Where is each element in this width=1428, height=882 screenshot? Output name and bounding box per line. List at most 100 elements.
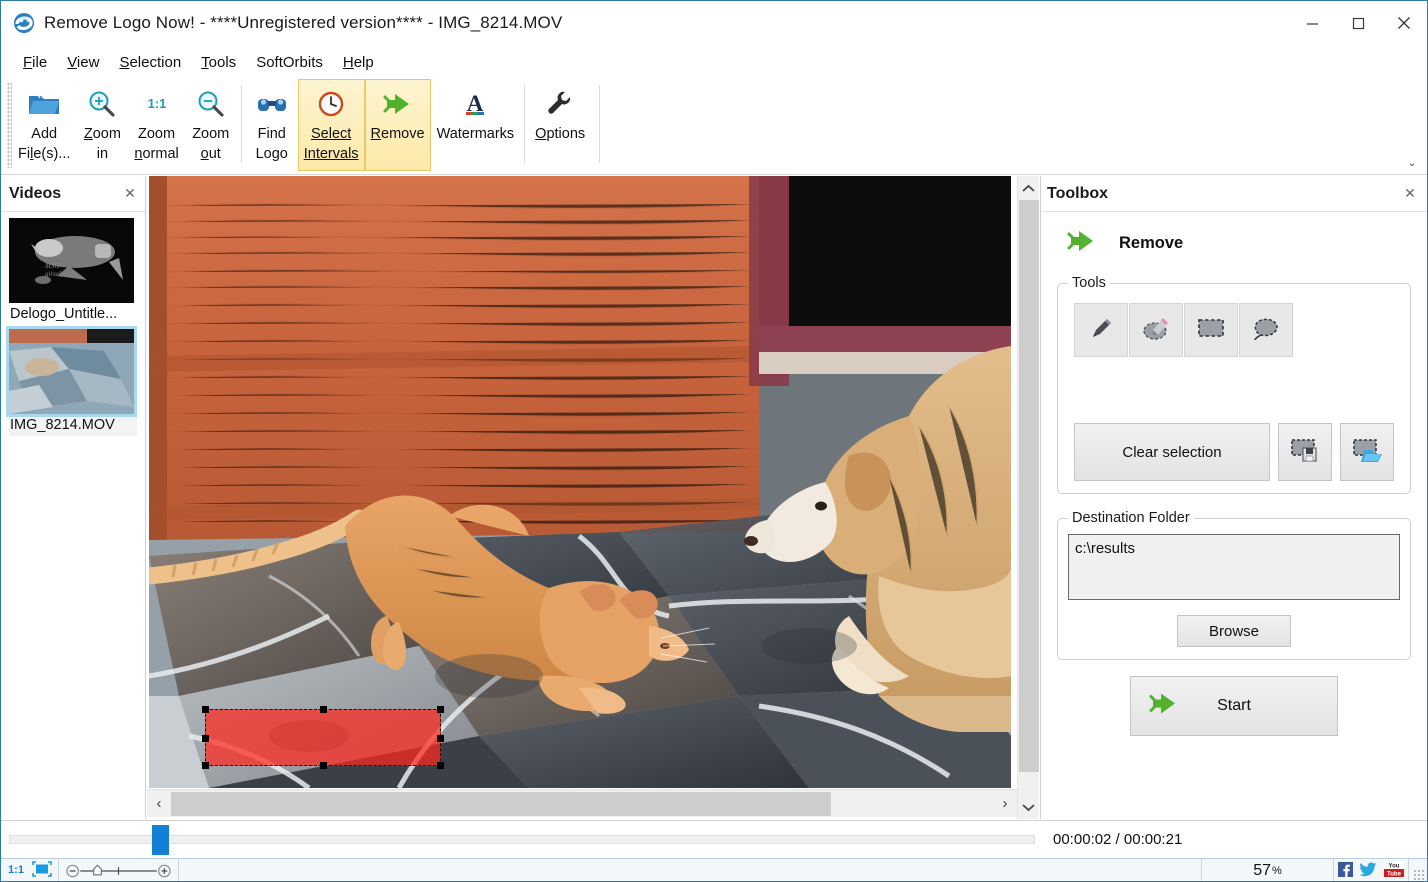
toolbar-watermarks[interactable]: A Watermarks — [431, 79, 521, 171]
selection-handle-se[interactable] — [437, 762, 444, 769]
save-selection-icon — [1289, 436, 1321, 468]
svg-text:MSG: MSG — [44, 262, 59, 270]
menu-file[interactable]: File — [13, 51, 57, 74]
selection-handle-s[interactable] — [320, 762, 327, 769]
menu-selection[interactable]: Selection — [109, 51, 191, 74]
tools-spacer — [1068, 357, 1400, 423]
timeline-time-display: 00:00:02 / 00:00:21 — [1053, 831, 1182, 848]
start-button[interactable]: Start — [1130, 676, 1338, 736]
twitter-icon[interactable] — [1360, 862, 1377, 880]
resize-grip-dots[interactable] — [1413, 869, 1425, 881]
toolbar-separator-1 — [241, 85, 242, 163]
rectangle-select-tool-button[interactable] — [1184, 303, 1238, 357]
menu-bar: File View Selection Tools SoftOrbits Hel… — [1, 45, 1427, 79]
toolbar-remove-label: Remove — [371, 124, 425, 144]
browse-row: Browse — [1068, 615, 1400, 647]
menu-softorbits[interactable]: SoftOrbits — [246, 51, 333, 74]
lasso-select-tool-button[interactable] — [1239, 303, 1293, 357]
toolbar-add-files-label: AddFile(s)... — [18, 124, 70, 164]
hscroll-thumb[interactable] — [171, 792, 831, 816]
tools-row — [1068, 299, 1400, 357]
toolbar-zoom-out-label: Zoomout — [192, 124, 229, 164]
zoom-in-icon — [87, 84, 117, 124]
red-selection-rectangle[interactable] — [205, 709, 441, 766]
toolbar-options[interactable]: Options — [529, 79, 591, 171]
list-item[interactable]: MSG girsel Delogo_Untitle... — [9, 218, 137, 325]
toolbar-add-files[interactable]: AddFile(s)... — [12, 79, 76, 171]
facebook-icon[interactable] — [1338, 862, 1353, 880]
menu-tools[interactable]: Tools — [191, 51, 246, 74]
toolbar-zoom-in[interactable]: Zoomin — [76, 79, 128, 171]
scroll-up-icon[interactable] — [1018, 176, 1040, 200]
scroll-left-icon[interactable]: ‹ — [147, 791, 171, 817]
videos-panel-header: Videos ✕ — [1, 176, 145, 212]
minimize-button[interactable] — [1289, 1, 1335, 45]
status-spacer — [179, 859, 1202, 882]
selection-handle-sw[interactable] — [202, 762, 209, 769]
selection-handle-ne[interactable] — [437, 706, 444, 713]
videos-panel-title: Videos — [9, 185, 121, 203]
menu-view[interactable]: View — [57, 51, 109, 74]
selection-handle-n[interactable] — [320, 706, 327, 713]
fit-to-window-icon[interactable] — [32, 861, 52, 880]
hscroll-track[interactable] — [171, 791, 993, 817]
zoom-percent-symbol: % — [1272, 865, 1282, 877]
selection-handle-w[interactable] — [202, 735, 209, 742]
close-button[interactable] — [1381, 1, 1427, 45]
vscroll-track[interactable] — [1018, 200, 1040, 795]
scroll-down-icon[interactable] — [1018, 795, 1040, 819]
open-folder-icon — [27, 84, 61, 124]
zoom-out-icon — [196, 84, 226, 124]
zoom-slider[interactable] — [59, 859, 179, 882]
toolbar-overflow-button[interactable]: ⌄ — [1405, 79, 1419, 175]
menu-help[interactable]: Help — [333, 51, 384, 74]
application-window: Remove Logo Now! - ****Unregistered vers… — [0, 0, 1428, 882]
zoom-normal-icon: 1:1 — [142, 84, 172, 124]
svg-text:girsel: girsel — [45, 270, 61, 278]
youtube-icon[interactable]: You Tube — [1384, 861, 1404, 880]
toolbar-zoom-normal[interactable]: 1:1 Zoomnormal — [128, 79, 184, 171]
toolbox-mode-row: Remove — [1057, 222, 1411, 275]
svg-text:You: You — [1389, 864, 1400, 870]
maximize-button[interactable] — [1335, 1, 1381, 45]
status-zoom-icons: 1:1 — [1, 859, 59, 882]
toolbar-zoom-normal-label: Zoomnormal — [134, 124, 178, 164]
toolbar-options-label: Options — [535, 124, 585, 144]
status-social-links: You Tube — [1334, 859, 1409, 882]
toolbar-remove[interactable]: Remove — [365, 79, 431, 171]
eraser-tool-button[interactable] — [1129, 303, 1183, 357]
toolbar-find-logo[interactable]: FindLogo — [246, 79, 298, 171]
toolbox-close-icon[interactable]: ✕ — [1401, 185, 1419, 203]
svg-text:Tube: Tube — [1387, 872, 1402, 877]
timeline-playhead[interactable] — [152, 825, 169, 855]
start-row: Start — [1057, 676, 1411, 736]
videos-panel-close-icon[interactable]: ✕ — [121, 185, 139, 203]
clear-selection-button[interactable]: Clear selection — [1074, 423, 1270, 481]
timeline-track[interactable] — [9, 822, 1035, 858]
selection-handle-e[interactable] — [437, 735, 444, 742]
one-to-one-icon[interactable]: 1:1 — [7, 862, 25, 879]
vscroll-thumb[interactable] — [1019, 200, 1039, 772]
save-selection-button[interactable] — [1278, 423, 1332, 481]
marker-tool-button[interactable] — [1074, 303, 1128, 357]
binoculars-icon — [256, 84, 288, 124]
scroll-right-icon[interactable]: › — [993, 791, 1017, 817]
destination-folder-input[interactable]: c:\results — [1068, 534, 1400, 600]
load-selection-button[interactable] — [1340, 423, 1394, 481]
title-bar: Remove Logo Now! - ****Unregistered vers… — [1, 1, 1427, 45]
toolbar-select-intervals[interactable]: SelectIntervals — [298, 79, 365, 171]
start-button-label: Start — [1217, 697, 1251, 715]
canvas-horizontal-scrollbar[interactable]: ‹ › — [147, 789, 1017, 817]
toolbox-header: Toolbox ✕ — [1041, 176, 1427, 212]
window-controls — [1289, 1, 1427, 45]
canvas-vertical-scrollbar[interactable] — [1017, 176, 1039, 819]
toolbar-find-logo-label: FindLogo — [256, 124, 288, 164]
toolbar-select-intervals-label: SelectIntervals — [304, 124, 359, 164]
browse-button[interactable]: Browse — [1177, 615, 1291, 647]
lasso-icon — [1251, 315, 1281, 346]
toolbar-zoom-out[interactable]: Zoomout — [185, 79, 237, 171]
list-item[interactable]: IMG_8214.MOV — [9, 329, 137, 436]
pencil-icon — [1087, 314, 1115, 347]
selection-handle-nw[interactable] — [202, 706, 209, 713]
green-arrow-icon — [1065, 228, 1099, 259]
